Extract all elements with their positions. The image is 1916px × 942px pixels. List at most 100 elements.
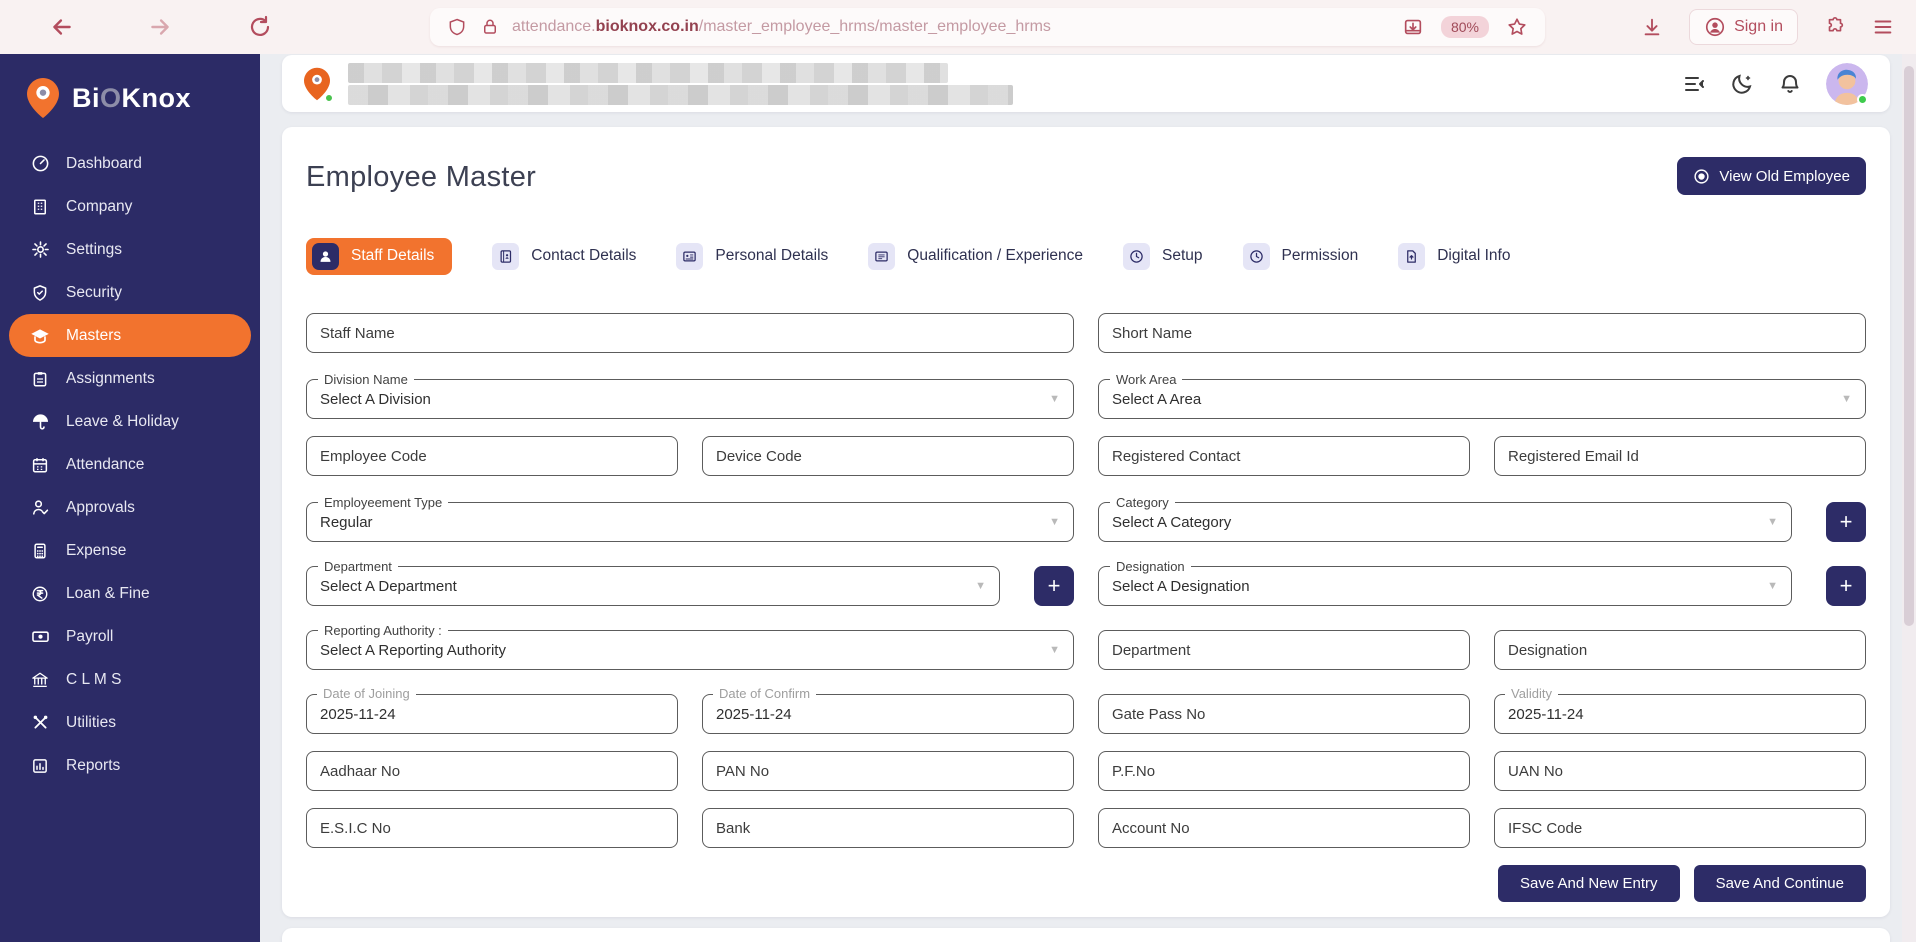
form-actions: Save And New Entry Save And Continue bbox=[306, 865, 1866, 902]
next-section-card bbox=[282, 928, 1890, 942]
brand-logo[interactable]: BiOKnox bbox=[0, 54, 260, 136]
sidebar-item-settings[interactable]: Settings bbox=[0, 228, 260, 271]
sidebar-item-expense[interactable]: Expense bbox=[0, 529, 260, 572]
calendar-icon bbox=[30, 455, 50, 475]
gate-pass-input[interactable] bbox=[1098, 694, 1470, 734]
bank-icon bbox=[30, 670, 50, 690]
browser-actions: Sign in bbox=[1641, 8, 1916, 46]
division-select[interactable]: Division Name Select A Division ▼ bbox=[306, 371, 1074, 419]
gate-pass-field bbox=[1098, 694, 1470, 734]
division-label: Division Name bbox=[318, 371, 414, 388]
gear-icon bbox=[30, 240, 50, 260]
sidebar-item-dashboard[interactable]: Dashboard bbox=[0, 142, 260, 185]
sign-in-label: Sign in bbox=[1734, 18, 1783, 35]
url-text: attendance.bioknox.co.in/master_employee… bbox=[512, 18, 1051, 35]
browser-back-button[interactable] bbox=[46, 11, 78, 43]
department-text-input[interactable] bbox=[1098, 630, 1470, 670]
view-old-employee-button[interactable]: View Old Employee bbox=[1677, 157, 1866, 195]
shield-permissions-icon[interactable] bbox=[447, 17, 467, 37]
tab-contact-details[interactable]: Contact Details bbox=[492, 242, 636, 270]
sidebar-item-company[interactable]: Company bbox=[0, 185, 260, 228]
avatar-online-dot bbox=[1857, 93, 1868, 105]
department-text-field bbox=[1098, 630, 1470, 670]
work-area-label: Work Area bbox=[1110, 371, 1183, 388]
ifsc-input[interactable] bbox=[1494, 808, 1866, 848]
esic-field bbox=[306, 808, 678, 848]
bank-input[interactable] bbox=[702, 808, 1074, 848]
tab-staff-details[interactable]: Staff Details bbox=[306, 237, 453, 275]
user-avatar[interactable] bbox=[1826, 62, 1868, 105]
save-and-continue-button[interactable]: Save And Continue bbox=[1693, 865, 1866, 902]
department-select[interactable]: Department Select A Department ▼ bbox=[306, 558, 1000, 606]
menu-hamburger-icon[interactable] bbox=[1872, 16, 1894, 38]
sidebar-item-assignments[interactable]: Assignments bbox=[0, 357, 260, 400]
chevron-down-icon: ▼ bbox=[1767, 580, 1778, 592]
redacted-company-info bbox=[348, 62, 1013, 105]
account-field bbox=[1098, 808, 1470, 848]
sidebar-item-leave-holiday[interactable]: Leave & Holiday bbox=[0, 400, 260, 443]
device-code-input[interactable] bbox=[702, 436, 1074, 476]
short-name-input[interactable] bbox=[1098, 313, 1866, 353]
account-input[interactable] bbox=[1098, 808, 1470, 848]
category-select[interactable]: Category Select A Category ▼ bbox=[1098, 494, 1792, 542]
chevron-down-icon: ▼ bbox=[1049, 393, 1060, 405]
tab-setup[interactable]: Setup bbox=[1123, 242, 1203, 270]
chevron-down-icon: ▼ bbox=[1049, 644, 1060, 656]
sidebar-item-security[interactable]: Security bbox=[0, 271, 260, 314]
notifications-bell-icon[interactable] bbox=[1778, 72, 1802, 96]
aadhaar-input[interactable] bbox=[306, 751, 678, 791]
work-area-select[interactable]: Work Area Select A Area ▼ bbox=[1098, 371, 1866, 419]
redacted-line bbox=[348, 84, 1013, 105]
downloads-icon[interactable] bbox=[1641, 16, 1663, 38]
extensions-puzzle-icon[interactable] bbox=[1824, 16, 1846, 38]
tab-digital-info[interactable]: Digital Info bbox=[1398, 242, 1510, 270]
sidebar-item-utilities[interactable]: Utilities bbox=[0, 701, 260, 744]
sidebar-item-payroll[interactable]: Payroll bbox=[0, 615, 260, 658]
redacted-line bbox=[348, 62, 948, 83]
location-online-dot bbox=[324, 92, 334, 103]
employee-code-input[interactable] bbox=[306, 436, 678, 476]
sidebar-item-approvals[interactable]: Approvals bbox=[0, 486, 260, 529]
sidebar-item-attendance[interactable]: Attendance bbox=[0, 443, 260, 486]
browser-forward-button[interactable] bbox=[144, 11, 176, 43]
add-designation-button[interactable]: + bbox=[1826, 566, 1866, 606]
registered-contact-input[interactable] bbox=[1098, 436, 1470, 476]
forward-arrow-icon bbox=[151, 19, 169, 35]
dark-mode-moon-icon[interactable] bbox=[1730, 72, 1754, 96]
zoom-level-badge[interactable]: 80% bbox=[1440, 16, 1489, 38]
sidebar-item-loan-fine[interactable]: Loan & Fine bbox=[0, 572, 260, 615]
add-category-button[interactable]: + bbox=[1826, 502, 1866, 542]
tab-permission[interactable]: Permission bbox=[1242, 242, 1358, 270]
designation-select[interactable]: Designation Select A Designation ▼ bbox=[1098, 558, 1792, 606]
tab-personal-details[interactable]: Personal Details bbox=[676, 242, 828, 270]
designation-text-input[interactable] bbox=[1494, 630, 1866, 670]
staff-details-form: Division Name Select A Division ▼ Work A… bbox=[306, 313, 1866, 902]
pf-input[interactable] bbox=[1098, 751, 1470, 791]
uan-input[interactable] bbox=[1494, 751, 1866, 791]
reporting-authority-select[interactable]: Reporting Authority : Select A Reporting… bbox=[306, 622, 1074, 670]
browser-reload-button[interactable] bbox=[244, 11, 276, 43]
staff-name-input[interactable] bbox=[306, 313, 1074, 353]
esic-input[interactable] bbox=[306, 808, 678, 848]
tab-qualification-experience[interactable]: Qualification / Experience bbox=[868, 242, 1083, 270]
pan-field bbox=[702, 751, 1074, 791]
sidebar-item-masters[interactable]: Masters bbox=[9, 314, 251, 357]
pan-input[interactable] bbox=[702, 751, 1074, 791]
device-code-field bbox=[702, 436, 1074, 476]
scrollbar-thumb[interactable] bbox=[1904, 66, 1914, 626]
add-department-button[interactable]: + bbox=[1034, 566, 1074, 606]
url-bar[interactable]: attendance.bioknox.co.in/master_employee… bbox=[430, 8, 1545, 46]
save-and-new-entry-button[interactable]: Save And New Entry bbox=[1497, 865, 1680, 902]
employment-type-select[interactable]: Employeement Type Regular ▼ bbox=[306, 494, 1074, 542]
tools-icon bbox=[30, 713, 50, 733]
lock-icon[interactable] bbox=[481, 18, 499, 36]
registered-email-input[interactable] bbox=[1494, 436, 1866, 476]
sign-in-button[interactable]: Sign in bbox=[1689, 9, 1798, 45]
sidebar-item-clms[interactable]: C L M S bbox=[0, 658, 260, 701]
sidebar-item-reports[interactable]: Reports bbox=[0, 744, 260, 787]
save-to-pocket-icon[interactable] bbox=[1402, 16, 1424, 38]
bookmark-star-icon[interactable] bbox=[1506, 16, 1528, 38]
bioknox-pin-icon bbox=[27, 78, 59, 118]
collapse-menu-icon[interactable] bbox=[1682, 72, 1706, 96]
designation-label: Designation bbox=[1110, 558, 1191, 575]
